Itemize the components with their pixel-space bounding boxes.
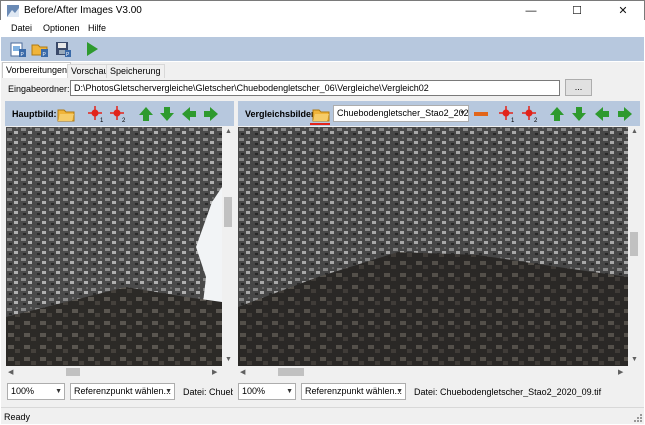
open-project-icon[interactable]: P bbox=[31, 40, 49, 58]
open-folder-icon[interactable] bbox=[312, 105, 330, 123]
arrow-left-icon[interactable] bbox=[180, 105, 198, 123]
status-text: Ready bbox=[4, 412, 31, 422]
arrow-left-icon[interactable] bbox=[593, 105, 611, 123]
main-ref-point-select[interactable]: Referenzpunkt wählen... ▼ bbox=[70, 383, 175, 400]
comparison-image[interactable] bbox=[238, 127, 628, 366]
comparison-image-toolbar: Vergleichsbilder: Chuebodengletscher_Sta… bbox=[238, 101, 640, 126]
chevron-down-icon: ▼ bbox=[55, 388, 62, 395]
scroll-right-icon[interactable]: ▶ bbox=[618, 368, 623, 376]
reference-point-2-icon[interactable]: 2 bbox=[521, 105, 539, 123]
main-image[interactable] bbox=[6, 127, 222, 366]
menu-optionen[interactable]: Optionen bbox=[43, 23, 80, 33]
comparison-ref-point-value: Referenzpunkt wählen... bbox=[305, 386, 403, 396]
minimize-button[interactable]: — bbox=[508, 1, 554, 21]
scroll-thumb[interactable] bbox=[224, 197, 232, 227]
comparison-image-vscroll[interactable]: ▲ ▼ bbox=[628, 127, 640, 366]
arrow-up-icon[interactable] bbox=[548, 105, 566, 123]
main-image-hscroll[interactable]: ◀ ▶ bbox=[6, 366, 222, 378]
comparison-file-label: Datei: Chuebodengletscher_Stao2_2020_09.… bbox=[414, 387, 602, 397]
arrow-down-icon[interactable] bbox=[570, 105, 588, 123]
reference-point-1-icon[interactable]: 1 bbox=[87, 105, 105, 123]
chevron-down-icon: ▼ bbox=[165, 388, 172, 395]
menu-hilfe[interactable]: Hilfe bbox=[88, 23, 106, 33]
menu-bar: Datei Optionen Hilfe bbox=[1, 20, 644, 37]
title-bar: Before/After Images V3.00 — ☐ ✕ bbox=[0, 0, 645, 20]
remove-image-icon[interactable] bbox=[472, 105, 490, 123]
scroll-thumb[interactable] bbox=[278, 368, 304, 376]
status-bar: Ready bbox=[1, 407, 644, 424]
main-toolbar: P P P bbox=[1, 37, 644, 61]
main-file-label: Datei: Chuebor bbox=[183, 387, 233, 397]
scroll-up-icon[interactable]: ▲ bbox=[631, 128, 638, 135]
comparison-image-select[interactable]: Chuebodengletscher_Stao2_2020_ ▼ bbox=[333, 105, 469, 122]
maximize-button[interactable]: ☐ bbox=[554, 1, 600, 21]
save-project-icon[interactable]: P bbox=[54, 40, 72, 58]
main-image-label: Hauptbild: bbox=[12, 109, 57, 119]
main-zoom-select[interactable]: 100% ▼ bbox=[7, 383, 65, 400]
comparison-image-hscroll[interactable]: ◀ ▶ bbox=[238, 366, 628, 378]
new-project-icon[interactable]: P bbox=[9, 40, 27, 58]
tab-speicherung[interactable]: Speicherung bbox=[106, 64, 165, 78]
input-dir-field[interactable]: D:\PhotosGletschervergleiche\Gletscher\C… bbox=[70, 80, 560, 96]
arrow-right-icon[interactable] bbox=[616, 105, 634, 123]
reference-point-2-icon[interactable]: 2 bbox=[109, 105, 127, 123]
arrow-up-icon[interactable] bbox=[137, 105, 155, 123]
glacier-rock-photo bbox=[6, 127, 222, 366]
comparison-zoom-value: 100% bbox=[242, 386, 266, 396]
comparison-image-label: Vergleichsbilder: bbox=[245, 109, 318, 119]
svg-text:2: 2 bbox=[534, 118, 538, 123]
comparison-zoom-select[interactable]: 100% ▼ bbox=[238, 383, 296, 400]
scroll-thumb[interactable] bbox=[66, 368, 80, 376]
glacier-rock-photo bbox=[238, 127, 628, 366]
scroll-up-icon[interactable]: ▲ bbox=[225, 128, 232, 135]
browse-button[interactable]: ... bbox=[565, 79, 592, 96]
tab-bar: Vorbereitungen Vorschau Speicherung bbox=[1, 62, 644, 79]
svg-text:1: 1 bbox=[511, 118, 515, 123]
svg-text:2: 2 bbox=[122, 118, 126, 123]
scroll-thumb[interactable] bbox=[630, 232, 638, 256]
main-ref-point-value: Referenzpunkt wählen... bbox=[74, 386, 172, 396]
main-zoom-value: 100% bbox=[11, 386, 35, 396]
input-dir-label: Eingabeordner: bbox=[8, 84, 70, 94]
scroll-left-icon[interactable]: ◀ bbox=[240, 368, 245, 376]
reference-point-1-icon[interactable]: 1 bbox=[498, 105, 516, 123]
chevron-down-icon: ▼ bbox=[396, 388, 403, 395]
chevron-down-icon: ▼ bbox=[286, 388, 293, 395]
window-title: Before/After Images V3.00 bbox=[24, 5, 142, 16]
scroll-left-icon[interactable]: ◀ bbox=[8, 368, 13, 376]
arrow-right-icon[interactable] bbox=[202, 105, 220, 123]
open-folder-icon[interactable] bbox=[57, 105, 75, 123]
chevron-down-icon: ▼ bbox=[459, 110, 466, 117]
app-icon bbox=[7, 5, 19, 17]
selected-folder-underline bbox=[310, 123, 330, 125]
scroll-down-icon[interactable]: ▼ bbox=[225, 356, 232, 363]
scroll-down-icon[interactable]: ▼ bbox=[631, 356, 638, 363]
close-button[interactable]: ✕ bbox=[600, 1, 645, 21]
scroll-right-icon[interactable]: ▶ bbox=[212, 368, 217, 376]
menu-datei[interactable]: Datei bbox=[11, 23, 32, 33]
comparison-ref-point-select[interactable]: Referenzpunkt wählen... ▼ bbox=[301, 383, 406, 400]
main-image-toolbar: Hauptbild: 1 2 bbox=[5, 101, 234, 126]
run-icon[interactable] bbox=[83, 40, 101, 58]
svg-text:1: 1 bbox=[100, 118, 104, 123]
arrow-down-icon[interactable] bbox=[158, 105, 176, 123]
resize-grip-icon[interactable] bbox=[634, 414, 642, 422]
comparison-image-value: Chuebodengletscher_Stao2_2020_ bbox=[337, 108, 469, 118]
main-image-vscroll[interactable]: ▲ ▼ bbox=[222, 127, 234, 366]
tab-vorbereitungen[interactable]: Vorbereitungen bbox=[2, 62, 72, 79]
